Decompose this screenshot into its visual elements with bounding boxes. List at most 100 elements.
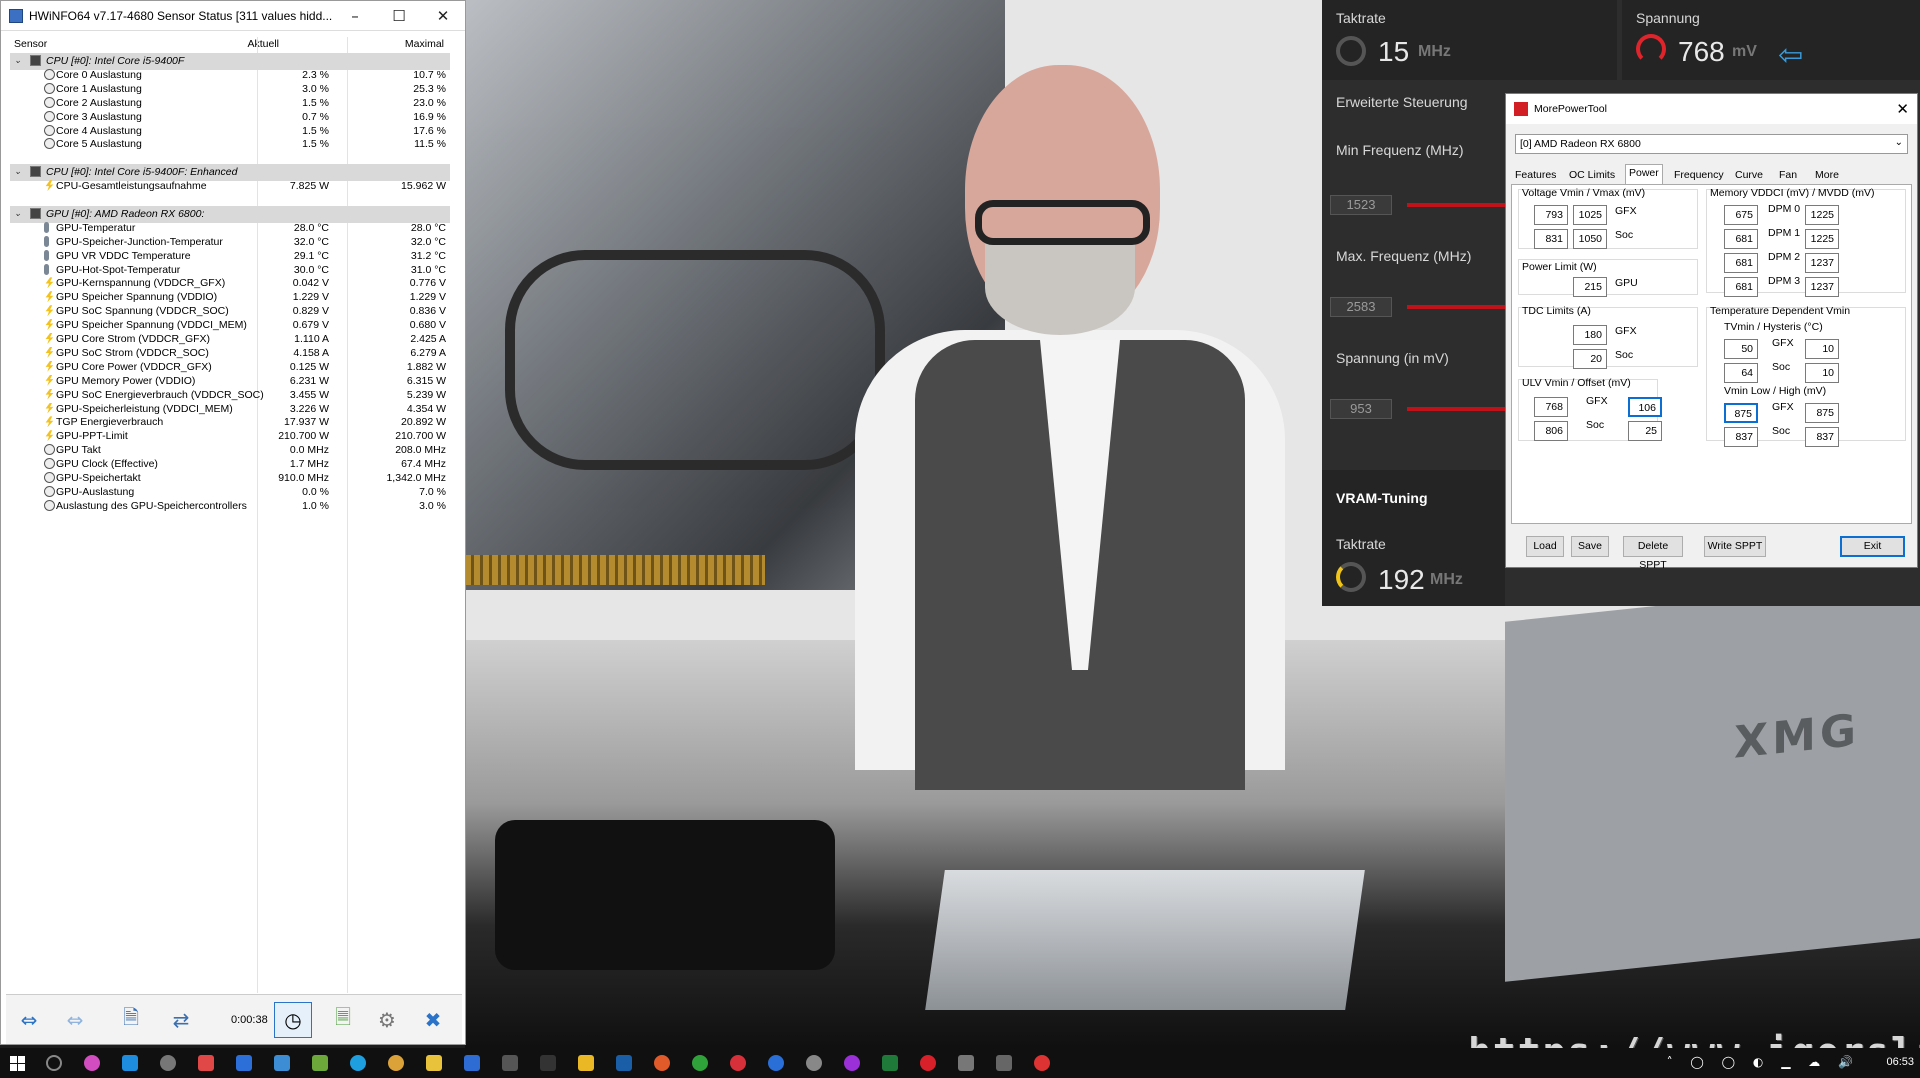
dpm3-vddci-input[interactable]: 681	[1724, 277, 1758, 297]
vmin-soc-high-input[interactable]: 837	[1805, 427, 1839, 447]
app-icon-13[interactable]	[768, 1055, 784, 1071]
dpm0-mvdd-input[interactable]: 1225	[1805, 205, 1839, 225]
collapse-icon[interactable]: ⌄	[14, 208, 22, 219]
delete-sppt-button[interactable]: Delete SPPT	[1623, 536, 1683, 571]
col-current[interactable]: Aktuell	[247, 38, 279, 50]
dpm1-vddci-input[interactable]: 681	[1724, 229, 1758, 249]
tdc-gfx-input[interactable]: 180	[1573, 325, 1607, 345]
next-icon[interactable]: ⇔	[56, 1002, 94, 1038]
report-icon[interactable]: 🗎	[112, 1002, 150, 1038]
minimize-button[interactable]: –	[333, 1, 377, 31]
voltage-mv-slider[interactable]	[1407, 407, 1507, 411]
dpm2-mvdd-input[interactable]: 1237	[1805, 253, 1839, 273]
folder-icon[interactable]	[426, 1055, 442, 1071]
dpm3-mvdd-input[interactable]: 1237	[1805, 277, 1839, 297]
app-icon-12[interactable]	[730, 1055, 746, 1071]
collapse-icon[interactable]: ⌄	[14, 55, 22, 66]
dpm2-vddci-input[interactable]: 681	[1724, 253, 1758, 273]
app-icon-9[interactable]	[502, 1055, 518, 1071]
hysteresis-soc-input[interactable]: 10	[1805, 363, 1839, 383]
app-icon-17[interactable]	[920, 1055, 936, 1071]
add-log-icon[interactable]: 🗏	[324, 1002, 362, 1038]
power-limit-gpu-input[interactable]: 215	[1573, 277, 1607, 297]
ulv-gfx-vmin-input[interactable]: 768	[1534, 397, 1568, 417]
app-icon-19[interactable]	[1034, 1055, 1050, 1071]
app-icon-1[interactable]	[84, 1055, 100, 1071]
dpm1-mvdd-input[interactable]: 1225	[1805, 229, 1839, 249]
sensor-row[interactable]: CPU-Gesamtleistungsaufnahme 7.825 W 15.962…	[10, 178, 450, 195]
vram-tuning-label[interactable]: VRAM-Tuning	[1336, 490, 1428, 506]
tab-frequency[interactable]: Frequency	[1670, 166, 1728, 184]
sensor-list[interactable]: ⌄ CPU [#0]: Intel Core i5-9400F Core 0 Aus…	[10, 53, 450, 993]
max-freq-slider[interactable]	[1407, 305, 1507, 309]
collapse-icon[interactable]: ⌄	[14, 166, 22, 177]
advanced-control-label[interactable]: Erweiterte Steuerung	[1336, 94, 1468, 110]
gear-icon[interactable]: ⚙	[368, 1002, 406, 1038]
ulv-soc-offset-input[interactable]: 25	[1628, 421, 1662, 441]
sensor-row[interactable]: Core 5 Auslastung 1.5 % 11.5 %	[10, 136, 450, 153]
app-icon-15[interactable]	[844, 1055, 860, 1071]
app-icon-2[interactable]	[122, 1055, 138, 1071]
tvmin-soc-input[interactable]: 64	[1724, 363, 1758, 383]
edge-icon[interactable]	[350, 1055, 366, 1071]
gfx-vmin-input[interactable]: 793	[1534, 205, 1568, 225]
save-button[interactable]: Save	[1571, 536, 1609, 557]
clock-icon[interactable]: ◷	[274, 1002, 312, 1038]
epic-icon[interactable]	[540, 1055, 556, 1071]
app-icon-11[interactable]	[654, 1055, 670, 1071]
app-icon-14[interactable]	[806, 1055, 822, 1071]
vmin-gfx-high-input[interactable]: 875	[1805, 403, 1839, 423]
hwinfo-taskbar-icon[interactable]	[996, 1055, 1012, 1071]
hwinfo-titlebar[interactable]: HWiNFO64 v7.17-4680 Sensor Status [311 v…	[1, 1, 465, 31]
tab-features[interactable]: Features	[1511, 166, 1560, 184]
app-icon-10[interactable]	[578, 1055, 594, 1071]
app-icon-6[interactable]	[274, 1055, 290, 1071]
steam-icon[interactable]	[616, 1055, 632, 1071]
vmin-soc-low-input[interactable]: 837	[1724, 427, 1758, 447]
maximize-button[interactable]: ☐	[377, 1, 421, 31]
mpt-titlebar[interactable]: MorePowerTool ✕	[1506, 94, 1917, 124]
search-icon[interactable]	[46, 1055, 62, 1071]
windows-start-icon[interactable]	[10, 1056, 25, 1071]
load-button[interactable]: Load	[1526, 536, 1564, 557]
app-icon-7[interactable]	[312, 1055, 328, 1071]
vmin-gfx-low-input[interactable]: 875	[1724, 403, 1758, 423]
chrome-icon[interactable]	[388, 1055, 404, 1071]
soc-vmin-input[interactable]: 831	[1534, 229, 1568, 249]
prev-icon[interactable]: ⇔	[10, 1002, 48, 1038]
app-icon-3[interactable]	[160, 1055, 176, 1071]
close-icon[interactable]: ✕	[1896, 100, 1909, 118]
ulv-gfx-offset-input[interactable]: 106	[1628, 397, 1662, 417]
soc-vmax-input[interactable]: 1050	[1573, 229, 1607, 249]
tab-curve[interactable]: Curve	[1731, 166, 1767, 184]
gfx-vmax-input[interactable]: 1025	[1573, 205, 1607, 225]
sensor-row[interactable]: Auslastung des GPU-Speichercontrollers 1.…	[10, 498, 450, 515]
system-tray-icons[interactable]: ˄ ◯ ◯ ◐ ▁ ☁ 🔊	[1667, 1055, 1860, 1069]
tab-fan[interactable]: Fan	[1775, 166, 1801, 184]
tab-more[interactable]: More	[1811, 166, 1843, 184]
app-icon-8[interactable]	[464, 1055, 480, 1071]
exit-button[interactable]: Exit	[1840, 536, 1905, 557]
col-max[interactable]: Maximal	[405, 38, 444, 50]
app-icon-5[interactable]	[236, 1055, 252, 1071]
device-select[interactable]: [0] AMD Radeon RX 6800 ⌄	[1515, 134, 1908, 154]
close-icon[interactable]: ✖	[414, 1002, 452, 1038]
app-icon-16[interactable]	[882, 1055, 898, 1071]
hysteresis-gfx-input[interactable]: 10	[1805, 339, 1839, 359]
app-icon-18[interactable]	[958, 1055, 974, 1071]
xbox-icon[interactable]	[692, 1055, 708, 1071]
network-icon[interactable]: ⇄	[162, 1002, 200, 1038]
write-sppt-button[interactable]: Write SPPT	[1704, 536, 1766, 557]
tab-power[interactable]: Power	[1625, 164, 1663, 184]
col-sensor[interactable]: Sensor	[14, 38, 47, 50]
close-button[interactable]: ✕	[421, 1, 465, 31]
min-freq-input[interactable]: 1523	[1330, 195, 1392, 215]
ulv-soc-vmin-input[interactable]: 806	[1534, 421, 1568, 441]
voltage-mv-input[interactable]: 953	[1330, 399, 1392, 419]
clock-time[interactable]: 06:53	[1886, 1056, 1914, 1068]
tdc-soc-input[interactable]: 20	[1573, 349, 1607, 369]
app-icon-4[interactable]	[198, 1055, 214, 1071]
tab-oc-limits[interactable]: OC Limits	[1565, 166, 1619, 184]
min-freq-slider[interactable]	[1407, 203, 1507, 207]
max-freq-input[interactable]: 2583	[1330, 297, 1392, 317]
